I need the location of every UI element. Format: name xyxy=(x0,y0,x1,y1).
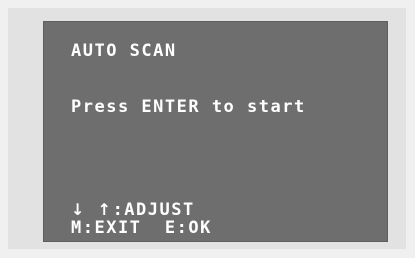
menu-exit-hint: M:EXIT xyxy=(71,218,142,238)
arrow-up-icon: ↑ xyxy=(97,200,113,219)
enter-ok-hint: E:OK xyxy=(164,218,212,238)
arrow-down-icon: ↓ xyxy=(71,200,86,219)
adjust-label: :ADJUST xyxy=(112,200,195,220)
start-prompt: Press ENTER to start xyxy=(71,97,306,117)
key-hints: M:EXIT E:OK xyxy=(71,218,212,238)
osd-title: AUTO SCAN xyxy=(71,41,177,61)
osd-screen: AUTO SCAN Press ENTER to start ↓ ↑:ADJUS… xyxy=(43,21,388,242)
adjust-hint: ↓ ↑:ADJUST xyxy=(71,200,195,220)
